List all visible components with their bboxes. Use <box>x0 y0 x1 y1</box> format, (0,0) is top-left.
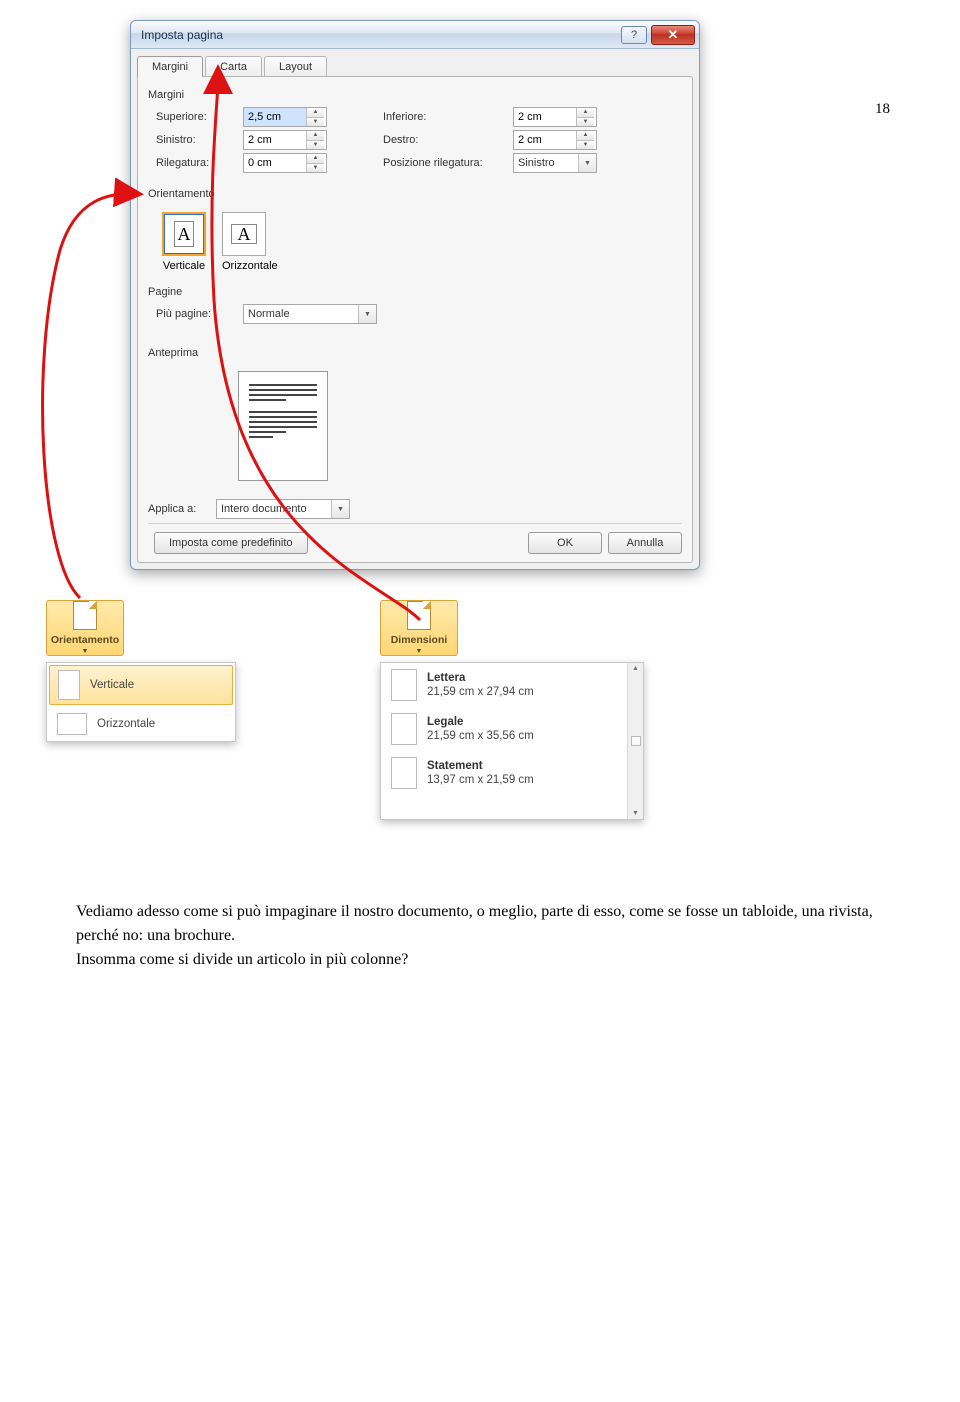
group-anteprima: Anteprima <box>148 347 682 359</box>
input-inferiore[interactable]: ▲▼ <box>513 107 597 127</box>
label-pos-rilegatura: Posizione rilegatura: <box>383 157 513 169</box>
page-icon <box>407 601 431 630</box>
scrollbar[interactable]: ▲▼ <box>627 663 643 819</box>
dropdown-item-lettera[interactable]: Lettera 21,59 cm x 27,94 cm <box>381 663 625 707</box>
label-applica-a: Applica a: <box>148 503 216 515</box>
close-button[interactable]: ✕ <box>651 25 695 45</box>
dropdown-item-orizzontale[interactable]: Orizzontale <box>47 707 235 741</box>
document-page: Imposta pagina ? ✕ Margini Carta Layout … <box>0 0 960 158</box>
group-pagine: Pagine <box>148 286 682 298</box>
label-inferiore: Inferiore: <box>383 111 513 123</box>
chevron-down-icon: ▼ <box>416 648 423 655</box>
chevron-down-icon: ▼ <box>82 648 89 655</box>
portrait-icon <box>58 670 80 700</box>
page-icon <box>73 601 97 630</box>
body-paragraph: Vediamo adesso come si può impaginare il… <box>76 900 876 972</box>
label-sinistro: Sinistro: <box>148 134 243 146</box>
select-pos-rilegatura[interactable]: Sinistro ▼ <box>513 153 597 173</box>
dropdown-item-legale[interactable]: Legale 21,59 cm x 35,56 cm <box>381 707 625 751</box>
ribbon-dimensioni-button[interactable]: Dimensioni ▼ <box>380 600 458 656</box>
label-rilegatura: Rilegatura: <box>148 157 243 169</box>
dropdown-item-verticale[interactable]: Verticale <box>49 665 233 705</box>
orientamento-dropdown: Verticale Orizzontale <box>46 662 236 742</box>
page-setup-dialog: Imposta pagina ? ✕ Margini Carta Layout … <box>130 20 700 570</box>
page-size-icon <box>391 669 417 701</box>
page-size-icon <box>391 713 417 745</box>
tab-layout[interactable]: Layout <box>264 56 327 77</box>
dialog-title: Imposta pagina <box>141 28 617 42</box>
tab-carta[interactable]: Carta <box>205 56 262 77</box>
input-sinistro[interactable]: ▲▼ <box>243 130 327 150</box>
group-margini: Margini <box>148 89 682 101</box>
chevron-down-icon[interactable]: ▼ <box>358 305 376 323</box>
tab-margini[interactable]: Margini <box>137 56 203 77</box>
chevron-down-icon[interactable]: ▼ <box>578 154 596 172</box>
landscape-icon <box>57 713 87 735</box>
tab-body: Margini Superiore: ▲▼ Inferiore: ▲▼ Sini… <box>137 76 693 563</box>
select-applica-a[interactable]: Intero documento ▼ <box>216 499 350 519</box>
page-size-icon <box>391 757 417 789</box>
ok-button[interactable]: OK <box>528 532 602 554</box>
select-piu-pagine[interactable]: Normale ▼ <box>243 304 377 324</box>
input-rilegatura[interactable]: ▲▼ <box>243 153 327 173</box>
chevron-down-icon[interactable]: ▼ <box>331 500 349 518</box>
page-preview <box>238 371 328 481</box>
group-orientamento: Orientamento <box>148 188 682 200</box>
set-default-button[interactable]: Imposta come predefinito <box>154 532 308 554</box>
spinner-arrows[interactable]: ▲▼ <box>306 108 324 126</box>
dimensioni-dropdown: Lettera 21,59 cm x 27,94 cm Legale 21,59… <box>380 662 644 820</box>
dropdown-item-statement[interactable]: Statement 13,97 cm x 21,59 cm <box>381 751 625 795</box>
dialog-tabs: Margini Carta Layout <box>131 49 699 76</box>
orientation-portrait-option[interactable]: A Verticale <box>162 212 206 272</box>
dialog-titlebar[interactable]: Imposta pagina ? ✕ <box>131 21 699 49</box>
ribbon-orientamento-button[interactable]: Orientamento ▼ <box>46 600 124 656</box>
input-superiore[interactable]: ▲▼ <box>243 107 327 127</box>
cancel-button[interactable]: Annulla <box>608 532 682 554</box>
input-destro[interactable]: ▲▼ <box>513 130 597 150</box>
label-piu-pagine: Più pagine: <box>148 308 243 320</box>
page-number: 18 <box>875 101 890 118</box>
orientation-landscape-option[interactable]: A Orizzontale <box>222 212 278 272</box>
label-superiore: Superiore: <box>148 111 243 123</box>
help-button[interactable]: ? <box>621 26 647 44</box>
label-destro: Destro: <box>383 134 513 146</box>
